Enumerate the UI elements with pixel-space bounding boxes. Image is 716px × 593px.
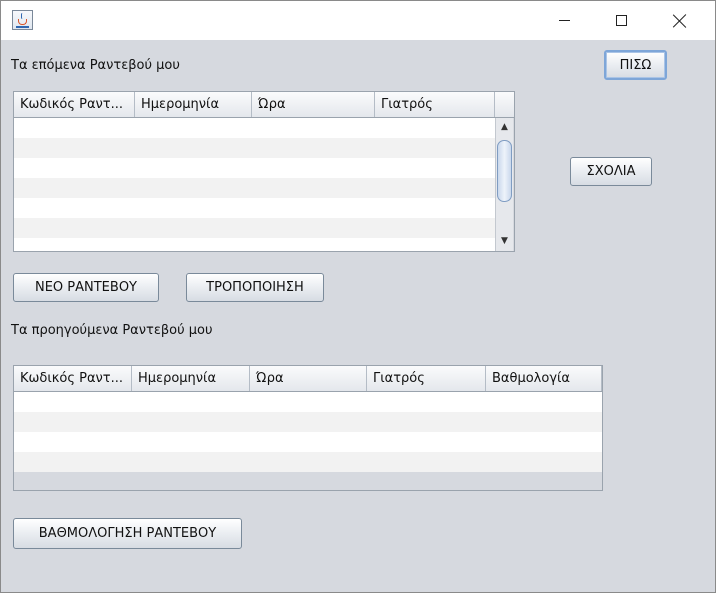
new-appointment-button[interactable]: ΝΕΟ ΡΑΝΤΕΒΟΥ [13,273,159,302]
previous-table-body[interactable] [14,392,602,472]
modify-button[interactable]: ΤΡΟΠΟΠΟΙΗΣΗ [186,273,324,302]
table-row[interactable] [14,158,495,178]
table-row[interactable] [14,432,602,452]
back-button[interactable]: ΠΙΣΩ [604,50,667,80]
scrollbar-thumb[interactable] [497,140,512,202]
close-button[interactable] [657,1,703,40]
upcoming-table-header: Κωδικός Ραντ... Ημερομηνία Ώρα Γιατρός [14,92,514,118]
table-row[interactable] [14,118,495,138]
previous-table-header: Κωδικός Ραντ... Ημερομηνία Ώρα Γιατρός Β… [14,366,602,392]
app-window: Τα επόμενα Ραντεβού μου ΠΙΣΩ Κωδικός Ραν… [0,0,716,593]
upcoming-appointments-title: Τα επόμενα Ραντεβού μου [11,58,180,73]
column-header-rating[interactable]: Βαθμολογία [486,366,602,391]
table-row[interactable] [14,138,495,158]
table-row[interactable] [14,452,602,472]
rate-appointment-button[interactable]: ΒΑΘΜΟΛΟΓΗΣΗ ΡΑΝΤΕΒΟΥ [13,518,242,549]
close-icon [673,14,687,28]
column-header-code[interactable]: Κωδικός Ραντ... [14,366,132,391]
comments-button[interactable]: ΣΧΟΛΙΑ [570,157,652,186]
previous-appointments-title: Τα προηγούμενα Ραντεβού μου [11,323,213,338]
table-header-corner [495,92,514,118]
minimize-icon [558,20,570,21]
maximize-button[interactable] [598,1,644,40]
column-header-date[interactable]: Ημερομηνία [132,366,250,391]
table-row[interactable] [14,178,495,198]
minimize-button[interactable] [541,1,587,40]
column-header-date[interactable]: Ημερομηνία [135,92,252,117]
column-header-doctor[interactable]: Γιατρός [367,366,486,391]
column-header-time[interactable]: Ώρα [250,366,367,391]
maximize-icon [615,15,627,26]
column-header-time[interactable]: Ώρα [252,92,375,117]
upcoming-table-scrollbar[interactable]: ▲ ▼ [495,118,513,251]
table-row[interactable] [14,392,602,412]
column-header-doctor[interactable]: Γιατρός [375,92,495,117]
upcoming-appointments-table[interactable]: Κωδικός Ραντ... Ημερομηνία Ώρα Γιατρός ▲… [13,91,515,252]
previous-appointments-table[interactable]: Κωδικός Ραντ... Ημερομηνία Ώρα Γιατρός Β… [13,365,603,491]
java-cup-icon [12,10,33,30]
scroll-up-icon[interactable]: ▲ [496,118,513,136]
table-row[interactable] [14,198,495,218]
title-bar [1,1,715,40]
table-row[interactable] [14,218,495,238]
upcoming-table-body[interactable] [14,118,495,251]
column-header-code[interactable]: Κωδικός Ραντ... [14,92,135,117]
scroll-down-icon[interactable]: ▼ [496,232,513,250]
table-row[interactable] [14,238,495,251]
table-row[interactable] [14,412,602,432]
